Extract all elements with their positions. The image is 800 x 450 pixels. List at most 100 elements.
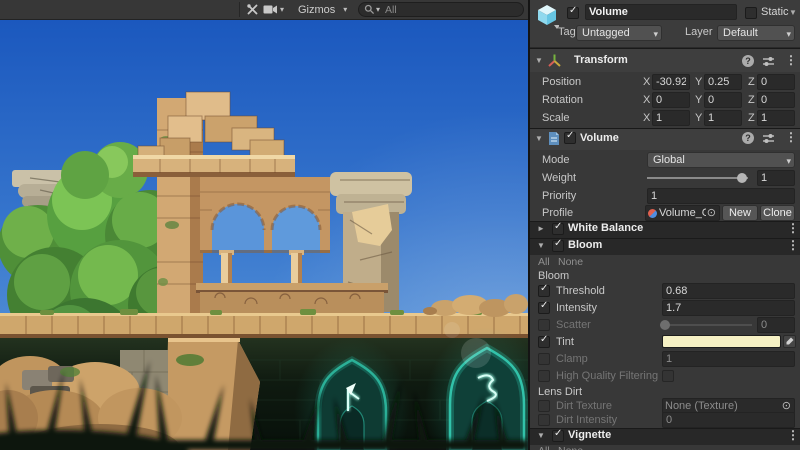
- volume-menu-icon[interactable]: ⋮: [785, 130, 797, 144]
- transform-menu-icon[interactable]: ⋮: [785, 53, 797, 67]
- volume-enabled-checkbox[interactable]: [564, 132, 576, 144]
- threshold-checkbox[interactable]: [538, 285, 550, 297]
- slider-knob[interactable]: [737, 173, 747, 183]
- eyedropper-button[interactable]: [783, 335, 796, 348]
- bloom-menu-icon[interactable]: ⋮: [787, 238, 799, 252]
- hqf-label: High Quality Filtering: [556, 368, 661, 384]
- scale-y-field[interactable]: [704, 110, 742, 126]
- dirt-intensity-checkbox[interactable]: [538, 414, 550, 426]
- object-picker-icon[interactable]: ⊙: [781, 399, 792, 413]
- gameobject-active-checkbox[interactable]: [567, 7, 579, 19]
- slider-track[interactable]: [647, 177, 748, 179]
- hqf-value-checkbox[interactable]: [662, 370, 674, 382]
- tint-color-swatch[interactable]: [662, 335, 781, 348]
- object-picker-icon[interactable]: ⊙: [706, 206, 717, 220]
- axis-x-label: X: [643, 74, 650, 90]
- scene-toolbar: ▾ Gizmos ▾ ▾: [0, 0, 528, 20]
- clamp-checkbox[interactable]: [538, 353, 550, 365]
- weight-slider[interactable]: [647, 170, 748, 186]
- scene-search-box[interactable]: ▾: [358, 2, 524, 17]
- vignette-foldout[interactable]: ▼: [537, 431, 545, 440]
- dirt-intensity-field[interactable]: [662, 412, 795, 428]
- intensity-checkbox[interactable]: [538, 302, 550, 314]
- rotation-y-field[interactable]: [704, 92, 742, 108]
- scene-search-input[interactable]: [383, 3, 507, 17]
- transform-foldout[interactable]: ▼: [535, 56, 543, 65]
- rotation-x-field[interactable]: [652, 92, 690, 108]
- slider-knob[interactable]: [660, 320, 670, 330]
- layer-dropdown[interactable]: Default: [717, 25, 795, 41]
- static-dropdown-arrow[interactable]: ▼: [789, 8, 797, 17]
- help-icon[interactable]: ?: [742, 132, 754, 144]
- tag-dropdown[interactable]: Untagged: [576, 25, 662, 41]
- inspector-panel: Static ▼ Tag Untagged Layer Default ▼ Tr…: [530, 0, 800, 450]
- scale-label: Scale: [542, 110, 570, 126]
- mode-dropdown[interactable]: Global: [647, 152, 795, 168]
- help-icon[interactable]: ?: [742, 55, 754, 67]
- gameobject-name-field[interactable]: [585, 4, 737, 20]
- weight-label: Weight: [542, 170, 576, 186]
- gizmos-dropdown[interactable]: Gizmos ▾: [298, 1, 347, 18]
- gizmos-label: Gizmos: [298, 4, 335, 16]
- profile-clone-button[interactable]: Clone: [760, 205, 795, 221]
- priority-field[interactable]: [647, 188, 795, 204]
- vignette-all-button[interactable]: All: [538, 445, 550, 450]
- toolbar-separator: [239, 2, 240, 17]
- clamp-field[interactable]: [662, 351, 795, 367]
- transform-title: Transform: [574, 52, 628, 68]
- chevron-down-icon: ▾: [343, 5, 347, 14]
- vignette-checkbox[interactable]: [552, 430, 564, 442]
- scene-tools-button[interactable]: [246, 1, 259, 18]
- position-x-field[interactable]: [652, 74, 690, 90]
- scatter-checkbox[interactable]: [538, 319, 550, 331]
- scene-camera-dropdown[interactable]: ▾: [263, 1, 284, 18]
- chevron-down-icon: ▾: [280, 5, 284, 14]
- balustrade: [196, 283, 388, 315]
- axis-x-label: X: [643, 110, 650, 126]
- hqf-checkbox[interactable]: [538, 370, 550, 382]
- white-balance-menu-icon[interactable]: ⋮: [787, 221, 799, 235]
- mode-label: Mode: [542, 152, 570, 168]
- transform-icon: [547, 53, 562, 68]
- scale-z-field[interactable]: [757, 110, 795, 126]
- tag-label: Tag: [558, 24, 576, 40]
- slider-track[interactable]: [660, 324, 752, 326]
- rotation-z-field[interactable]: [757, 92, 795, 108]
- scatter-value-field[interactable]: [757, 317, 795, 333]
- scene-pane: ▾ Gizmos ▾ ▾: [0, 0, 528, 450]
- intensity-field[interactable]: [662, 300, 795, 316]
- white-balance-title: White Balance: [568, 221, 643, 236]
- priority-label: Priority: [542, 188, 576, 204]
- axis-x-label: X: [643, 92, 650, 108]
- volume-title: Volume: [580, 130, 619, 146]
- gameobject-cube-icon[interactable]: [535, 3, 559, 29]
- axis-z-label: Z: [748, 110, 755, 126]
- vignette-menu-icon[interactable]: ⋮: [787, 428, 799, 442]
- search-icon: [364, 4, 375, 15]
- scene-viewport[interactable]: [0, 20, 528, 450]
- white-balance-checkbox[interactable]: [552, 223, 564, 235]
- threshold-field[interactable]: [662, 283, 795, 299]
- axis-z-label: Z: [748, 92, 755, 108]
- position-y-field[interactable]: [704, 74, 742, 90]
- volume-foldout[interactable]: ▼: [535, 134, 543, 143]
- transform-header[interactable]: [530, 48, 800, 72]
- scatter-slider[interactable]: [660, 317, 752, 333]
- tint-checkbox[interactable]: [538, 336, 550, 348]
- rotation-label: Rotation: [542, 92, 583, 108]
- profile-new-button[interactable]: New: [722, 205, 758, 221]
- scale-x-field[interactable]: [652, 110, 690, 126]
- profile-object-field[interactable]: Volume_Gl ⊙: [645, 205, 720, 221]
- static-checkbox[interactable]: [745, 7, 757, 19]
- weight-value-field[interactable]: [757, 170, 795, 186]
- presets-icon[interactable]: [762, 132, 775, 145]
- profile-label: Profile: [542, 205, 573, 221]
- bloom-foldout[interactable]: ▼: [537, 241, 545, 250]
- vignette-none-button[interactable]: None: [558, 445, 583, 450]
- position-z-field[interactable]: [757, 74, 795, 90]
- bloom-checkbox[interactable]: [552, 240, 564, 252]
- presets-icon[interactable]: [762, 55, 775, 68]
- white-balance-foldout[interactable]: ►: [537, 224, 545, 233]
- dirt-texture-checkbox[interactable]: [538, 400, 550, 412]
- vignette-title: Vignette: [568, 428, 611, 443]
